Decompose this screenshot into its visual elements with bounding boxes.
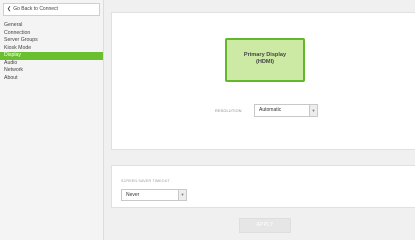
sidebar-item-general[interactable]: General (0, 22, 103, 30)
display-name: Primary Display (243, 52, 287, 58)
sidebar-item-connection[interactable]: Connection (0, 30, 103, 38)
chevron-down-icon: ▼ (178, 190, 186, 200)
screen-saver-timeout-value: Never (126, 192, 140, 198)
back-to-connect-button[interactable]: ❮ Go Back to Connect (3, 3, 100, 16)
primary-display-tile[interactable]: Primary Display (HDMI) (225, 38, 305, 82)
sidebar-item-display[interactable]: Display (0, 52, 103, 60)
screen-saver-timeout-select[interactable]: Never ▼ (121, 189, 187, 201)
resolution-value: Automatic (259, 107, 282, 113)
display-settings-panel: Primary Display (HDMI) RESOLUTION Automa… (111, 12, 415, 150)
sidebar-item-about[interactable]: About (0, 75, 103, 83)
sidebar-item-kiosk-mode[interactable]: Kiosk Mode (0, 45, 103, 53)
sidebar-item-audio[interactable]: Audio (0, 60, 103, 68)
back-label: Go Back to Connect (13, 6, 58, 12)
resolution-label: RESOLUTION (215, 109, 242, 113)
sidebar-item-network[interactable]: Network (0, 67, 103, 75)
chevron-left-icon: ❮ (7, 6, 12, 12)
apply-button[interactable]: APPLY (239, 218, 291, 233)
screen-saver-timeout-label: SCREEN SAVER TIMEOUT (121, 179, 170, 183)
screen-saver-panel: SCREEN SAVER TIMEOUT Never ▼ (111, 165, 415, 208)
resolution-select[interactable]: Automatic ▼ (254, 104, 318, 117)
sidebar: ❮ Go Back to Connect General Connection S… (0, 0, 104, 240)
chevron-down-icon: ▼ (309, 105, 317, 116)
settings-nav: General Connection Server Groups Kiosk M… (0, 22, 103, 82)
sidebar-item-server-groups[interactable]: Server Groups (0, 37, 103, 45)
display-connector: (HDMI) (255, 59, 275, 65)
